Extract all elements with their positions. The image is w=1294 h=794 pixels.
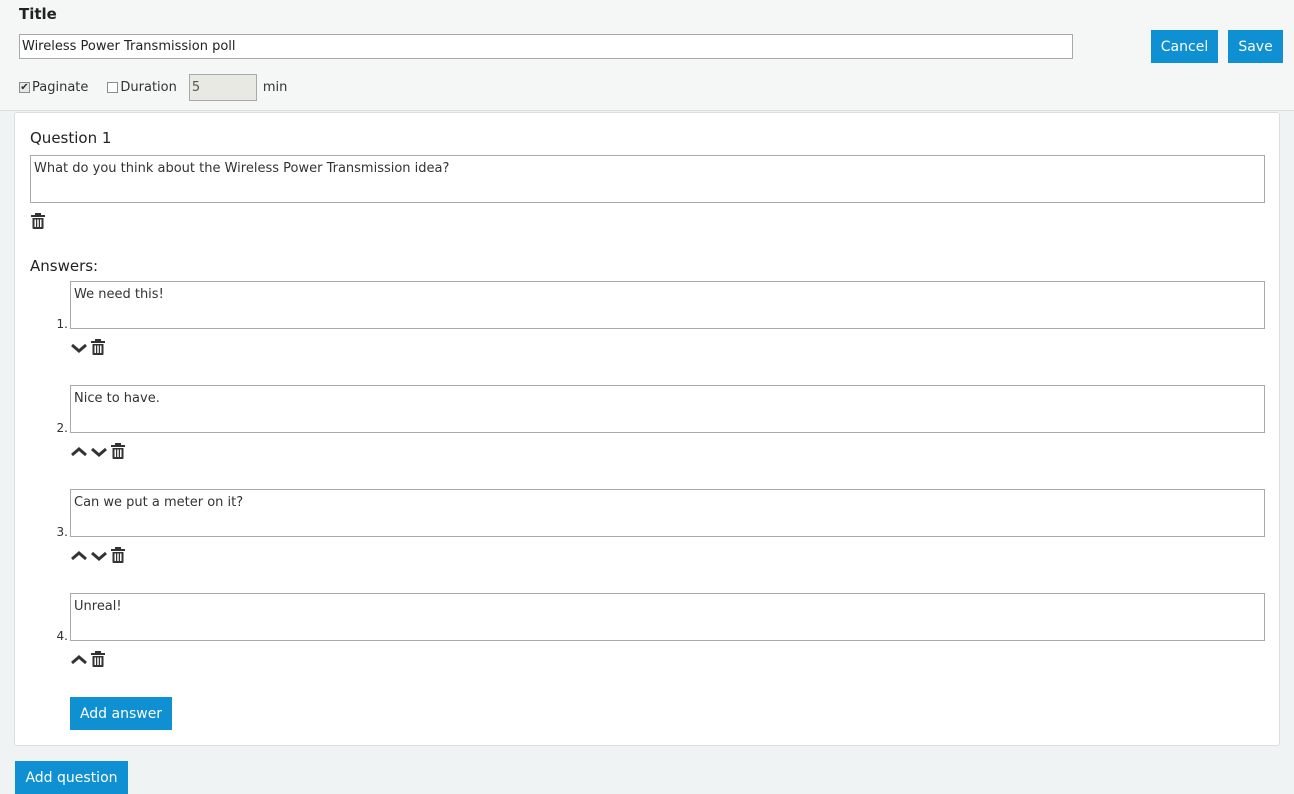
title-label: Title [19,5,57,23]
chevron-up-icon[interactable] [70,445,88,459]
delete-answer-trash-icon[interactable] [111,547,125,563]
question-text-field[interactable]: What do you think about the Wireless Pow… [30,155,1265,203]
cancel-button[interactable]: Cancel [1151,30,1218,63]
question-card: Question 1 What do you think about the W… [14,112,1280,746]
duration-checkbox[interactable] [107,82,119,93]
add-answer-button[interactable]: Add answer [70,697,172,730]
paginate-checkbox[interactable]: ✔ [19,82,30,93]
answer-number: 3. [56,525,68,539]
answer-number: 1. [56,317,68,331]
delete-answer-trash-icon[interactable] [91,339,105,355]
answer-number: 2. [56,421,68,435]
delete-answer-trash-icon[interactable] [111,443,125,459]
delete-answer-trash-icon[interactable] [91,651,105,667]
title-input[interactable] [19,34,1073,59]
add-question-button[interactable]: Add question [15,761,128,794]
answer-text-field[interactable]: Unreal! [70,593,1265,641]
duration-input[interactable] [188,74,257,101]
answer-text-field[interactable]: Can we put a meter on it? [70,489,1265,537]
answer-text-field[interactable]: Nice to have. [70,385,1265,433]
answer-number: 4. [56,629,68,643]
chevron-up-icon[interactable] [70,653,88,667]
paginate-label: Paginate [32,80,89,95]
chevron-down-icon[interactable] [90,549,108,563]
save-button[interactable]: Save [1228,30,1283,63]
chevron-down-icon[interactable] [90,445,108,459]
question-title: Question 1 [30,129,112,147]
duration-label: Duration [120,80,177,95]
options-row: ✔ Paginate Duration min [19,74,287,101]
duration-unit: min [262,80,288,95]
delete-question-trash-icon[interactable] [31,213,45,229]
chevron-down-icon[interactable] [70,341,88,355]
poll-header: Title Cancel Save ✔ Paginate Duration mi… [0,0,1294,111]
answers-label: Answers: [30,257,99,275]
answer-text-field[interactable]: We need this! [70,281,1265,329]
chevron-up-icon[interactable] [70,549,88,563]
